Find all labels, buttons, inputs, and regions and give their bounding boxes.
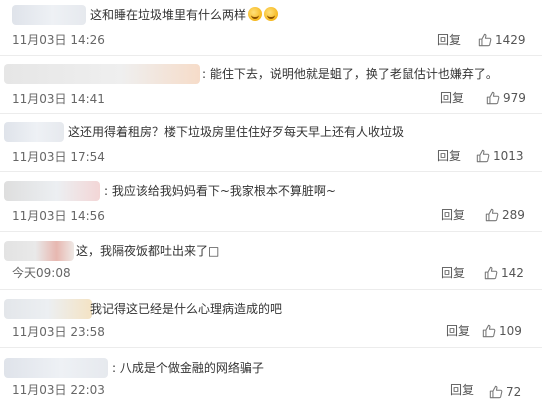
comment-text: 这和睡在垃圾堆里有什么两样 xyxy=(90,7,279,23)
blurred-username[interactable] xyxy=(4,181,100,201)
blurred-username[interactable] xyxy=(4,122,64,142)
comment-time: 11月03日 23:58 xyxy=(12,325,105,339)
comment-item: : 我应该给我妈妈看下~我家根本不算脏啊~ 11月03日 14:56 回复 28… xyxy=(0,172,542,232)
comment-time: 11月03日 17:54 xyxy=(12,150,105,164)
like-count: 979 xyxy=(503,91,526,105)
blurred-username[interactable] xyxy=(4,358,108,378)
like-button[interactable]: 72 xyxy=(489,385,521,399)
like-count: 72 xyxy=(506,385,522,399)
like-button[interactable]: 289 xyxy=(485,208,525,222)
comment-list: 这和睡在垃圾堆里有什么两样 11月03日 14:26 回复 1429 : 能住下… xyxy=(0,0,542,414)
thumbs-up-icon xyxy=(482,324,496,338)
reply-button[interactable]: 回复 xyxy=(446,324,470,338)
like-button[interactable]: 1013 xyxy=(476,149,524,163)
like-button[interactable]: 1429 xyxy=(478,33,526,47)
thumbs-up-icon xyxy=(484,266,498,280)
comment-text: : 我应该给我妈妈看下~我家根本不算脏啊~ xyxy=(104,184,336,198)
comment-item: : 八成是个做金融的网络骗子 11月03日 22:03 回复 72 xyxy=(0,348,542,414)
comment-item: 这还用得着租房？楼下垃圾房里住住好歹每天早上还有人收垃圾 11月03日 17:5… xyxy=(0,114,542,172)
comment-time: 11月03日 14:26 xyxy=(12,33,105,47)
like-count: 142 xyxy=(501,266,524,280)
thumbs-up-icon xyxy=(485,208,499,222)
thumbs-up-icon xyxy=(486,91,500,105)
reply-button[interactable]: 回复 xyxy=(440,91,464,105)
like-button[interactable]: 979 xyxy=(486,91,526,105)
reply-button[interactable]: 回复 xyxy=(441,208,465,222)
comment-item: 我记得这已经是什么心理病造成的吧 11月03日 23:58 回复 109 xyxy=(0,290,542,348)
reply-button[interactable]: 回复 xyxy=(437,149,461,163)
blurred-username[interactable] xyxy=(4,64,200,84)
comment-text: : 能住下去，说明他就是蛆了，换了老鼠估计也嫌弃了。 xyxy=(202,67,498,81)
comment-text: 这，我隔夜饭都吐出来了□ xyxy=(76,244,220,258)
comment-text: 这还用得着租房？楼下垃圾房里住住好歹每天早上还有人收垃圾 xyxy=(68,125,405,139)
laughing-emoji-icon xyxy=(264,7,279,21)
reply-button[interactable]: 回复 xyxy=(437,33,461,47)
like-count: 109 xyxy=(499,324,522,338)
comment-time: 11月03日 14:56 xyxy=(12,209,105,223)
comment-item: : 能住下去，说明他就是蛆了，换了老鼠估计也嫌弃了。 11月03日 14:41 … xyxy=(0,56,542,114)
like-button[interactable]: 142 xyxy=(484,266,524,280)
comment-item: 这和睡在垃圾堆里有什么两样 11月03日 14:26 回复 1429 xyxy=(0,0,542,56)
reply-button[interactable]: 回复 xyxy=(450,383,474,397)
laughing-emoji-icon xyxy=(248,7,263,21)
comment-text: 我记得这已经是什么心理病造成的吧 xyxy=(90,302,283,316)
thumbs-up-icon xyxy=(489,385,503,399)
thumbs-up-icon xyxy=(478,33,492,47)
comment-text: : 八成是个做金融的网络骗子 xyxy=(112,361,264,375)
like-count: 289 xyxy=(502,208,525,222)
blurred-username[interactable] xyxy=(12,5,86,25)
comment-time: 11月03日 14:41 xyxy=(12,92,105,106)
thumbs-up-icon xyxy=(476,149,490,163)
reply-button[interactable]: 回复 xyxy=(441,266,465,280)
comment-item: 这，我隔夜饭都吐出来了□ 今天09:08 回复 142 xyxy=(0,232,542,290)
like-count: 1013 xyxy=(493,149,524,163)
comment-time: 11月03日 22:03 xyxy=(12,383,105,397)
comment-time: 今天09:08 xyxy=(12,266,71,280)
blurred-username[interactable] xyxy=(4,299,92,319)
blurred-username[interactable] xyxy=(4,241,74,261)
like-button[interactable]: 109 xyxy=(482,324,522,338)
like-count: 1429 xyxy=(495,33,526,47)
